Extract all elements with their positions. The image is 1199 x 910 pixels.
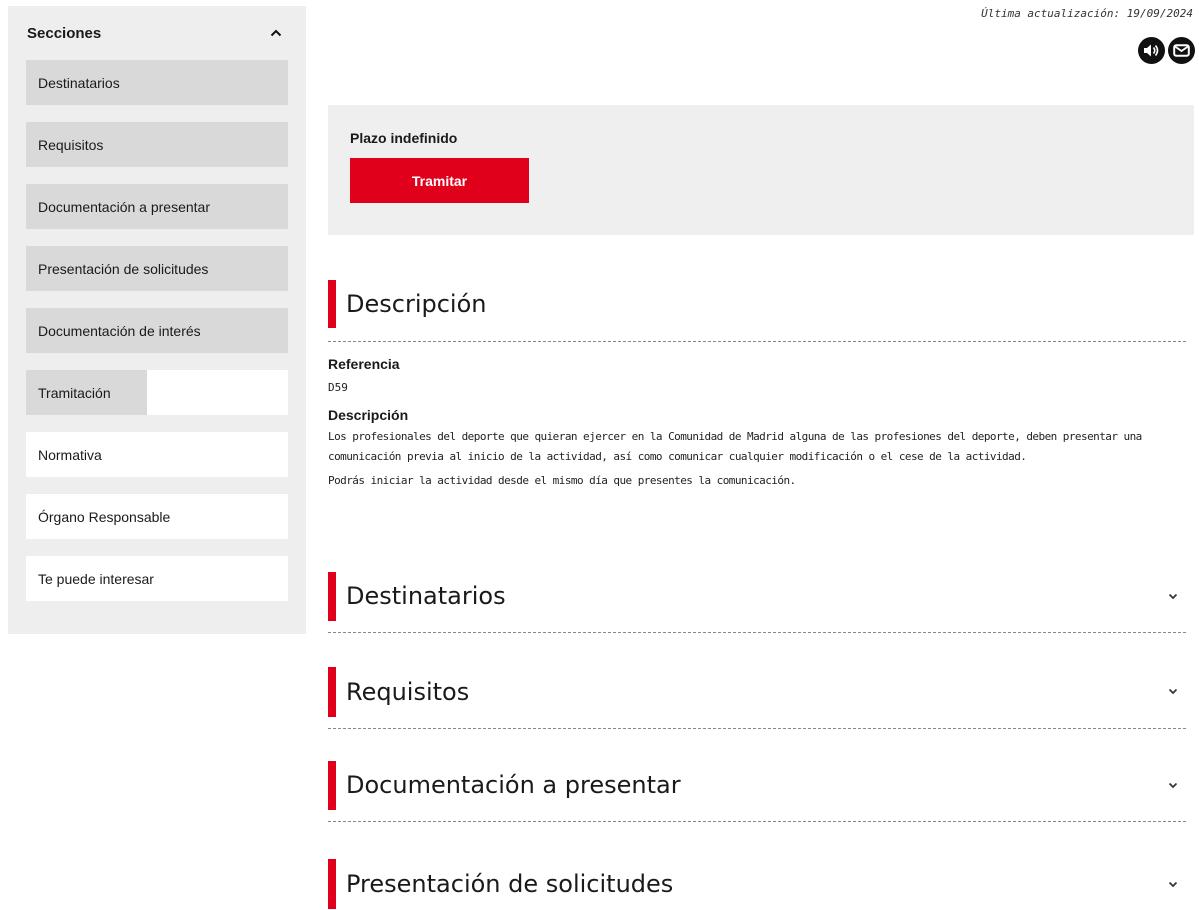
sidebar-item-requisitos[interactable]: Requisitos xyxy=(26,122,288,167)
description-heading: Descripción xyxy=(328,407,409,423)
sidebar-item-label: Te puede interesar xyxy=(38,570,154,587)
sidebar-item-label: Destinatarios xyxy=(38,74,120,91)
sidebar-item-label: Normativa xyxy=(38,446,102,463)
section-accent xyxy=(328,859,336,909)
sidebar-item-label: Requisitos xyxy=(38,136,104,153)
description-body: Referencia D59 Descripción Los profesion… xyxy=(328,356,1188,491)
sidebar-item-documentacion-a-presentar[interactable]: Documentación a presentar xyxy=(26,184,288,229)
chevron-down-icon[interactable] xyxy=(1164,587,1182,605)
sidebar-item-destinatarios[interactable]: Destinatarios xyxy=(26,60,288,105)
deadline-box: Plazo indefinido Tramitar xyxy=(328,105,1194,235)
sidebar-item-normativa[interactable]: Normativa xyxy=(26,432,288,477)
section-title: Destinatarios xyxy=(346,582,506,610)
sidebar-item-label: Documentación a presentar xyxy=(38,198,210,215)
description-paragraph: Los profesionales del deporte que quiera… xyxy=(328,430,1142,463)
last-updated: Última actualización: 19/09/2024 xyxy=(981,7,1193,20)
section-header-descripcion: Descripción xyxy=(328,279,1186,342)
section-accent xyxy=(328,279,336,328)
chevron-down-icon[interactable] xyxy=(1164,776,1182,794)
mail-icon[interactable] xyxy=(1168,37,1195,64)
section-accent xyxy=(328,571,336,621)
section-header-requisitos[interactable]: Requisitos xyxy=(328,666,1186,729)
section-accent xyxy=(328,760,336,810)
sidebar-item-documentacion-de-interes[interactable]: Documentación de interés xyxy=(26,308,288,353)
reference-heading: Referencia xyxy=(328,356,400,372)
sidebar-item-label: Documentación de interés xyxy=(38,322,201,339)
section-title: Presentación de solicitudes xyxy=(346,870,674,898)
page: Secciones Destinatarios Requisitos Docum… xyxy=(0,0,1199,910)
sidebar-item-tramitacion[interactable]: Tramitación xyxy=(26,370,288,415)
sidebar-title: Secciones xyxy=(27,24,102,42)
chevron-up-icon[interactable] xyxy=(264,21,288,45)
sidebar-item-presentacion-de-solicitudes[interactable]: Presentación de solicitudes xyxy=(26,246,288,291)
section-title: Documentación a presentar xyxy=(346,771,681,799)
deadline-label: Plazo indefinido xyxy=(350,130,458,146)
description-paragraph: Podrás iniciar la actividad desde el mis… xyxy=(328,474,796,487)
section-accent xyxy=(328,666,336,717)
section-header-documentacion-a-presentar[interactable]: Documentación a presentar xyxy=(328,760,1186,822)
sidebar-list: Destinatarios Requisitos Documentación a… xyxy=(26,60,288,618)
section-header-destinatarios[interactable]: Destinatarios xyxy=(328,571,1186,633)
sidebar-item-label: Órgano Responsable xyxy=(38,508,171,525)
sections-sidebar: Secciones Destinatarios Requisitos Docum… xyxy=(8,6,306,634)
chevron-down-icon[interactable] xyxy=(1164,875,1182,893)
sidebar-header[interactable]: Secciones xyxy=(26,6,288,60)
reference-value: D59 xyxy=(328,381,348,394)
section-header-presentacion-de-solicitudes[interactable]: Presentación de solicitudes xyxy=(328,858,1186,910)
sidebar-item-te-puede-interesar[interactable]: Te puede interesar xyxy=(26,556,288,601)
section-title: Descripción xyxy=(346,289,487,318)
chevron-down-icon[interactable] xyxy=(1164,683,1182,701)
sidebar-item-label: Tramitación xyxy=(38,384,111,401)
speaker-icon[interactable] xyxy=(1138,37,1165,64)
tramitar-button[interactable]: Tramitar xyxy=(350,158,529,203)
sidebar-item-label: Presentación de solicitudes xyxy=(38,260,209,277)
sidebar-item-organo-responsable[interactable]: Órgano Responsable xyxy=(26,494,288,539)
page-tools xyxy=(1138,37,1195,64)
section-title: Requisitos xyxy=(346,677,470,706)
